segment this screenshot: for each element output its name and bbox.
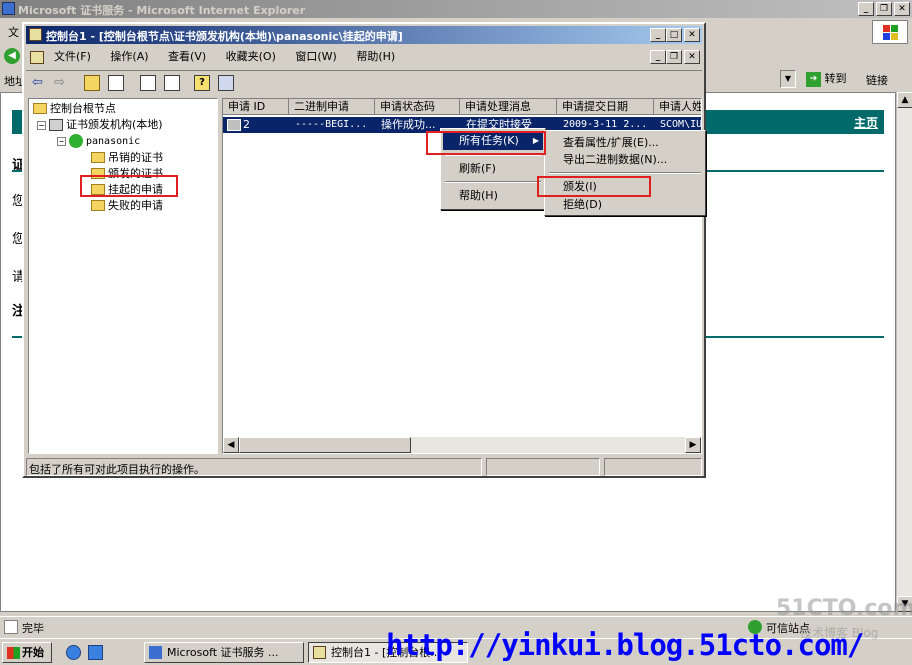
scroll-left-icon[interactable]: ◀ xyxy=(223,437,239,453)
ca-icon xyxy=(49,119,63,131)
tree-failed[interactable]: 失败的申请 xyxy=(91,198,163,213)
ie-minimize-button[interactable]: _ xyxy=(858,2,874,16)
go-label: 转到 xyxy=(824,72,847,85)
help-icon[interactable]: ? xyxy=(194,75,210,91)
menu-view-attributes[interactable]: 查看属性/扩展(E)... xyxy=(547,134,703,152)
back-icon[interactable]: ◀ xyxy=(4,48,20,64)
folder-icon xyxy=(91,199,105,211)
child-minimize-button[interactable]: _ xyxy=(650,50,666,64)
windows-flag-icon xyxy=(7,647,20,659)
column-header[interactable]: 申请处理消息 xyxy=(460,99,557,115)
cell-id: 2 xyxy=(243,118,250,131)
menu-action[interactable]: 操作(A) xyxy=(102,48,156,66)
properties-icon[interactable] xyxy=(140,75,156,91)
windows-logo-icon xyxy=(872,20,908,44)
mmc-menu-icon xyxy=(30,51,44,64)
child-close-button[interactable]: ✕ xyxy=(684,50,700,64)
forward-arrow-icon[interactable]: ⇨ xyxy=(54,75,70,91)
mmc-app-icon xyxy=(29,28,42,41)
collapse-icon[interactable]: − xyxy=(57,137,66,146)
column-header[interactable]: 申请 ID xyxy=(223,99,289,115)
request-icon xyxy=(227,119,241,131)
mmc-title: 控制台1 - [控制台根节点\证书颁发机构(本地)\panasonic\挂起的申… xyxy=(46,30,403,43)
menu-help-item[interactable]: 帮助(H) xyxy=(443,187,543,205)
ie-titlebar[interactable]: Microsoft 证书服务 - Microsoft Internet Expl… xyxy=(0,0,912,18)
desktop-quicklaunch-icon[interactable] xyxy=(88,645,103,660)
menu-refresh[interactable]: 刷新(F) xyxy=(443,160,543,178)
start-button[interactable]: 开始 xyxy=(2,642,52,663)
mmc-maximize-button[interactable]: □ xyxy=(666,28,682,42)
highlight-issue xyxy=(537,176,651,197)
mmc-task-icon xyxy=(313,646,326,659)
links-label[interactable]: 链接 xyxy=(866,72,888,88)
column-header[interactable]: 申请提交日期 xyxy=(557,99,654,115)
menu-export-binary[interactable]: 导出二进制数据(N)... xyxy=(547,151,703,169)
folder-icon xyxy=(33,102,47,114)
ie-quicklaunch-icon[interactable] xyxy=(66,645,81,660)
child-restore-button[interactable]: ❐ xyxy=(666,50,682,64)
tree-ca[interactable]: − 证书颁发机构(本地) xyxy=(37,117,163,132)
ie-status-text: 完毕 xyxy=(22,622,44,635)
ie-restore-button[interactable]: ❐ xyxy=(876,2,892,16)
home-link[interactable]: 主页 xyxy=(854,114,878,131)
ie-task-icon xyxy=(149,646,162,659)
back-arrow-icon[interactable]: ⇦ xyxy=(32,75,48,91)
watermark-logo: 51CTO.com xyxy=(776,596,912,621)
folder-icon xyxy=(91,151,105,163)
menu-file[interactable]: 文件(F) xyxy=(46,48,99,66)
view-icon[interactable] xyxy=(218,75,234,91)
mmc-statusbar: 包括了所有可对此项目执行的操作。 xyxy=(26,458,702,476)
mmc-status-text: 包括了所有可对此项目执行的操作。 xyxy=(29,463,205,476)
column-header[interactable]: 申请人姓 xyxy=(654,99,701,115)
menu-view[interactable]: 查看(V) xyxy=(160,48,214,66)
tree-pane: 控制台根节点 − 证书颁发机构(本地) − panasonic 吊销的证书 颁发的证… xyxy=(28,98,218,454)
scroll-up-icon[interactable]: ▲ xyxy=(897,92,912,108)
ie-scrollbar[interactable]: ▲ ▼ xyxy=(896,92,912,612)
menu-help[interactable]: 帮助(H) xyxy=(348,48,403,66)
all-tasks-submenu: 查看属性/扩展(E)... 导出二进制数据(N)... 颁发(I) 拒绝(D) xyxy=(544,130,706,216)
ie-close-button[interactable]: ✕ xyxy=(894,2,910,16)
go-button[interactable]: ➔ 转到 xyxy=(806,70,847,88)
tree-server[interactable]: − panasonic xyxy=(57,134,140,149)
menu-favorites[interactable]: 收藏夹(O) xyxy=(218,48,284,66)
watermark-url: http://yinkui.blog.51cto.com/ xyxy=(386,628,864,662)
cell-binary: -----BEGI... xyxy=(295,119,368,130)
page-done-icon xyxy=(4,620,18,634)
tree-revoked[interactable]: 吊销的证书 xyxy=(91,150,163,165)
up-folder-icon[interactable] xyxy=(84,75,100,91)
list-hscrollbar[interactable]: ◀ ▶ xyxy=(223,437,701,453)
address-dropdown-button[interactable]: ▼ xyxy=(780,70,796,88)
go-arrow-icon: ➔ xyxy=(806,71,821,87)
highlight-pending-node xyxy=(80,175,178,197)
mmc-toolbar: ⇦ ⇨ ? xyxy=(26,70,702,94)
column-header[interactable]: 二进制申请 xyxy=(289,99,375,115)
ie-app-icon xyxy=(2,2,15,15)
show-tree-icon[interactable] xyxy=(108,75,124,91)
column-header[interactable]: 申请状态码 xyxy=(375,99,460,115)
export-list-icon[interactable] xyxy=(164,75,180,91)
scroll-thumb[interactable] xyxy=(239,437,411,453)
collapse-icon[interactable]: − xyxy=(37,121,46,130)
server-check-icon xyxy=(69,134,83,148)
mmc-window: 控制台1 - [控制台根节点\证书颁发机构(本地)\panasonic\挂起的申… xyxy=(22,22,706,478)
ie-title: Microsoft 证书服务 - Microsoft Internet Expl… xyxy=(18,4,306,17)
menu-deny[interactable]: 拒绝(D) xyxy=(547,196,703,214)
task-ie[interactable]: Microsoft 证书服务 ... xyxy=(144,642,304,663)
menu-window[interactable]: 窗口(W) xyxy=(287,48,344,66)
tree-root[interactable]: 控制台根节点 xyxy=(33,101,116,116)
mmc-close-button[interactable]: ✕ xyxy=(684,28,700,42)
mmc-titlebar[interactable]: 控制台1 - [控制台根节点\证书颁发机构(本地)\panasonic\挂起的申… xyxy=(26,26,702,44)
highlight-all-tasks xyxy=(426,131,546,155)
scroll-right-icon[interactable]: ▶ xyxy=(685,437,701,453)
mmc-menubar: 文件(F) 操作(A) 查看(V) 收藏夹(O) 窗口(W) 帮助(H) _ ❐… xyxy=(26,48,702,68)
ie-menu-partial[interactable]: 文 xyxy=(8,24,19,40)
mmc-minimize-button[interactable]: _ xyxy=(650,28,666,42)
